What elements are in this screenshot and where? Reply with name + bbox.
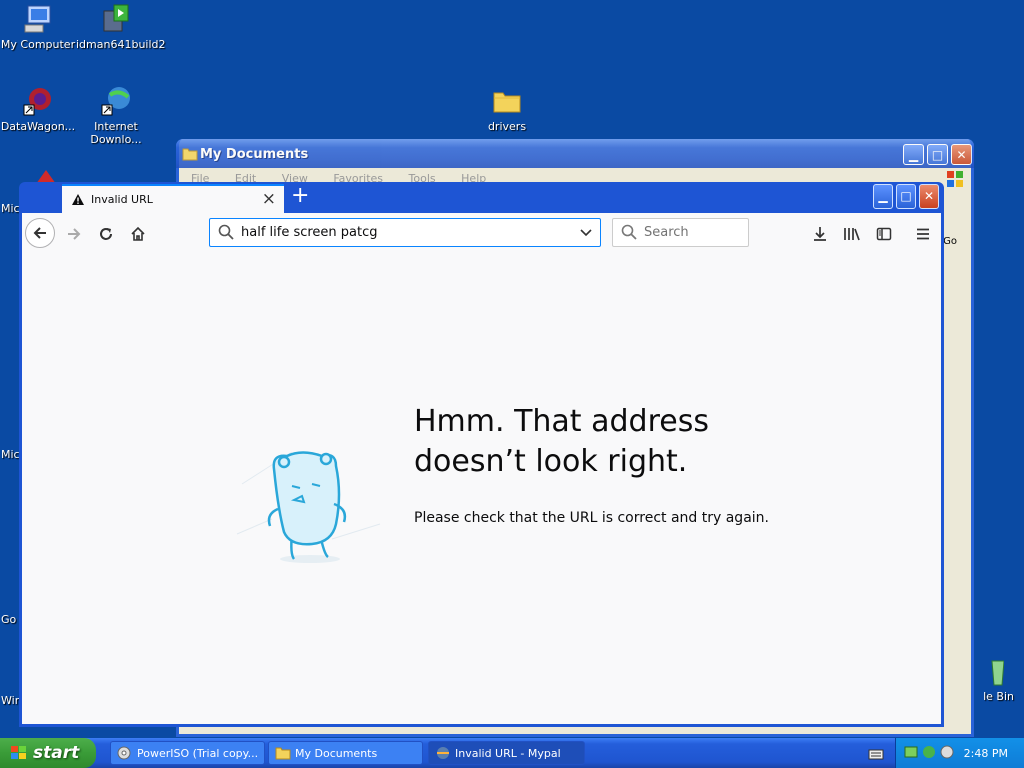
error-title: Hmm. That address doesn’t look right. xyxy=(414,402,834,482)
chevron-down-icon[interactable] xyxy=(578,224,594,244)
window-title: My Documents xyxy=(200,147,309,162)
tab-strip: Invalid URL × + ▁ □ ✕ xyxy=(19,182,944,213)
forward-button[interactable] xyxy=(61,221,87,247)
maximize-button[interactable]: □ xyxy=(896,184,916,209)
close-button[interactable]: ✕ xyxy=(951,144,972,165)
home-button[interactable] xyxy=(125,221,151,247)
library-icon xyxy=(844,228,860,241)
globe-download-icon xyxy=(100,85,132,117)
taskbar-item-browser[interactable]: Invalid URL - Mypal xyxy=(428,741,585,765)
network-icon[interactable] xyxy=(904,745,918,762)
taskbar-item-my-documents[interactable]: My Documents xyxy=(268,741,423,765)
new-tab-button[interactable]: + xyxy=(291,183,309,208)
browser-window[interactable]: Invalid URL × + ▁ □ ✕ half life screen p… xyxy=(19,182,944,727)
go-label: Go xyxy=(943,236,957,247)
minimize-button[interactable]: ▁ xyxy=(873,184,893,209)
windows-flag-icon xyxy=(10,745,28,766)
tab-invalid-url[interactable]: Invalid URL × xyxy=(62,184,284,213)
system-tray: 2:48 PM xyxy=(895,738,1024,768)
desktop-partial-label: Go xyxy=(1,613,17,626)
desktop-icon-label: DataWagon... xyxy=(0,120,76,133)
start-label: start xyxy=(33,743,80,763)
installer-icon xyxy=(100,3,132,35)
library-button[interactable] xyxy=(839,221,865,247)
clock: 2:48 PM xyxy=(963,747,1008,760)
url-bar[interactable]: half life screen patcg xyxy=(209,218,601,247)
start-button[interactable]: start xyxy=(0,738,96,768)
disc-tray-icon[interactable] xyxy=(940,745,954,762)
desktop-icon-label: drivers xyxy=(487,120,527,133)
desktop-icon-label: Downlo... xyxy=(90,133,142,146)
desktop-icon-label: My Computer xyxy=(0,38,76,51)
desktop-partial-label: Wir xyxy=(1,694,20,707)
windows-logo-icon xyxy=(945,169,965,193)
search-icon xyxy=(218,224,234,244)
arrow-left-icon xyxy=(33,227,46,239)
desktop-partial-label: Mic xyxy=(1,448,20,461)
hamburger-icon xyxy=(917,228,929,240)
error-description: Please check that the URL is correct and… xyxy=(414,510,769,526)
minimize-button[interactable]: ▁ xyxy=(903,144,924,165)
taskbar: start PowerISO (Trial copy... My Documen… xyxy=(0,738,1024,768)
folder-icon xyxy=(275,746,291,763)
computer-icon xyxy=(22,3,54,35)
sidebar-icon xyxy=(876,227,892,241)
taskbar-item-label: Invalid URL - Mypal xyxy=(455,747,561,760)
close-button[interactable]: ✕ xyxy=(919,184,939,209)
desktop-icon-datawagon[interactable]: DataWagon... xyxy=(0,85,78,133)
page-content: Hmm. That address doesn’t look right. Pl… xyxy=(22,254,941,724)
desktop-icon-internet-download[interactable]: Internet Downlo... xyxy=(76,85,156,146)
back-button[interactable] xyxy=(25,218,55,248)
folder-icon xyxy=(491,85,523,117)
search-icon xyxy=(621,224,637,244)
my-documents-titlebar[interactable]: My Documents ▁ □ ✕ xyxy=(176,139,974,168)
url-input[interactable]: half life screen patcg xyxy=(241,225,378,240)
error-title-line: Hmm. That address xyxy=(414,404,709,439)
reload-icon xyxy=(100,228,112,240)
desktop-icon-my-computer[interactable]: My Computer xyxy=(0,3,78,51)
taskbar-item-label: My Documents xyxy=(295,747,378,760)
tab-title: Invalid URL xyxy=(91,193,153,206)
browser-icon xyxy=(435,746,451,763)
error-illustration-icon xyxy=(232,414,382,578)
reload-button[interactable] xyxy=(93,221,119,247)
desktop-icon-label: idman641build2 xyxy=(76,38,166,51)
close-tab-icon[interactable]: × xyxy=(262,189,276,209)
downloads-button[interactable] xyxy=(807,221,833,247)
desktop-icon-drivers[interactable]: drivers xyxy=(467,85,547,133)
home-icon xyxy=(131,226,145,241)
folder-icon xyxy=(182,146,198,165)
desktop-icon-idman[interactable]: idman641build2 xyxy=(76,3,166,51)
download-icon xyxy=(814,227,826,241)
desktop-icon-label: Internet xyxy=(94,120,138,133)
recycle-bin-icon xyxy=(972,655,1005,687)
keyboard-icon[interactable] xyxy=(868,746,884,765)
navigation-toolbar: half life screen patcg Search xyxy=(22,213,941,255)
warning-icon xyxy=(71,193,85,209)
taskbar-item-poweriso[interactable]: PowerISO (Trial copy... xyxy=(110,741,265,765)
arrow-right-icon xyxy=(68,228,81,240)
search-box[interactable]: Search xyxy=(612,218,749,247)
taskbar-item-label: PowerISO (Trial copy... xyxy=(137,747,259,760)
search-input[interactable]: Search xyxy=(644,225,689,240)
datawagon-icon xyxy=(22,85,54,117)
error-title-line: doesn’t look right. xyxy=(414,444,688,479)
disc-icon xyxy=(117,746,131,763)
sidebar-button[interactable] xyxy=(871,221,897,247)
maximize-button[interactable]: □ xyxy=(927,144,948,165)
menu-button[interactable] xyxy=(910,221,936,247)
desktop-partial-label: Mic xyxy=(1,202,20,215)
idm-tray-icon[interactable] xyxy=(922,745,936,762)
